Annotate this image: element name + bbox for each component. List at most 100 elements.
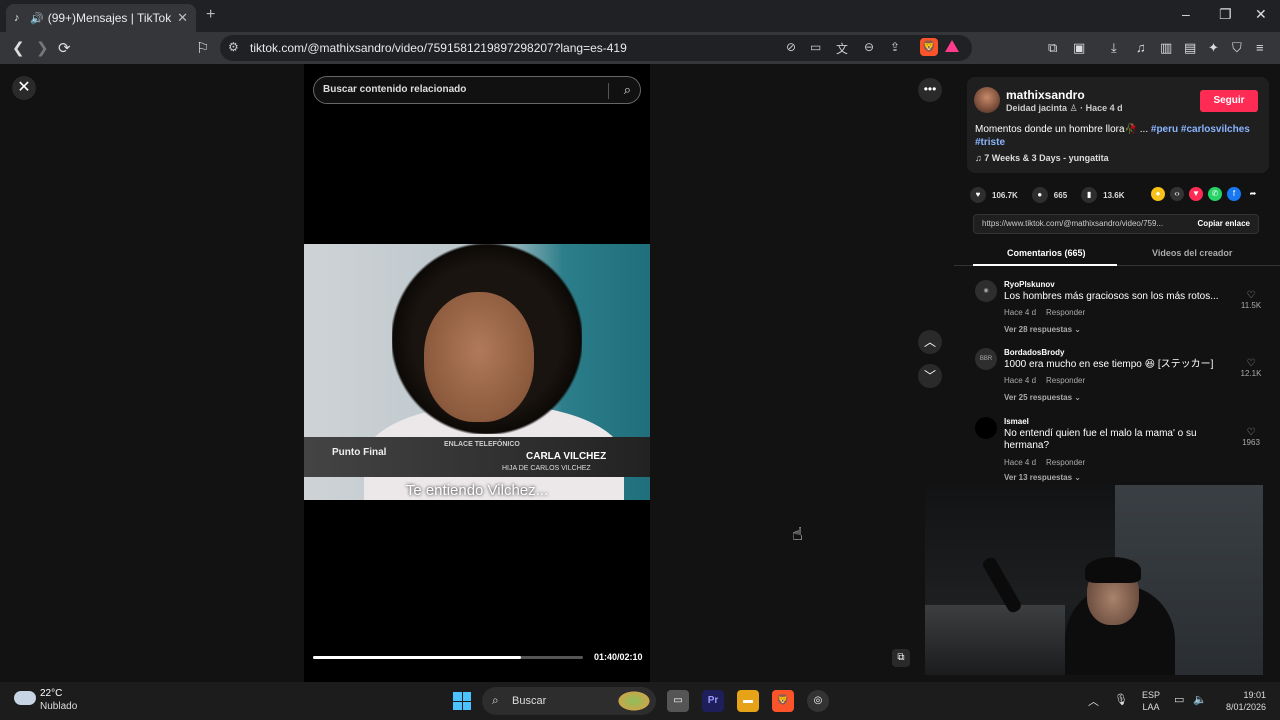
app-icon[interactable]: ◎ xyxy=(807,690,829,712)
maximize-button[interactable]: ❐ xyxy=(1219,6,1232,23)
comment-user[interactable]: RyoPlskunov xyxy=(1004,280,1055,289)
microphone-tray-icon[interactable]: 🎙 xyxy=(1114,693,1128,706)
window-close-button[interactable]: ✕ xyxy=(1255,6,1267,23)
tab-close-icon[interactable]: ✕ xyxy=(177,10,188,26)
tiktok-favicon-icon: ♪ xyxy=(14,12,20,24)
comment-user[interactable]: Ismael xyxy=(1004,417,1029,426)
panel-tabs: Comentarios (665) Videos del creador xyxy=(954,242,1280,266)
brave-rewards-icon[interactable] xyxy=(945,40,959,52)
video-progress-bar[interactable] xyxy=(313,656,583,659)
new-tab-button[interactable]: + xyxy=(206,6,215,24)
cast-icon[interactable]: ⊘ xyxy=(786,40,796,54)
browser-tab-tiktok[interactable]: ♪ 🔊 (99+)Mensajes | TikTok ✕ xyxy=(6,4,196,32)
comment-avatar[interactable]: BBR xyxy=(975,348,997,370)
start-button[interactable] xyxy=(453,692,471,710)
comment-like[interactable]: ♡ 1963 xyxy=(1236,427,1266,447)
language-indicator[interactable]: ESP LAA xyxy=(1142,689,1160,713)
share-page-icon[interactable]: ⇪ xyxy=(890,40,900,54)
share-arrow-icon[interactable]: ➦ xyxy=(1246,187,1260,201)
url-text[interactable]: tiktok.com/@mathixsandro/video/759158121… xyxy=(250,41,627,55)
comment-icon[interactable]: ● xyxy=(1031,187,1048,203)
bookmark-icon[interactable]: ▮ xyxy=(1081,187,1098,203)
weather-temp[interactable]: 22°C xyxy=(40,688,62,699)
comment-time: Hace 4 d xyxy=(1004,458,1037,467)
weather-desc[interactable]: Nublado xyxy=(40,701,77,712)
close-video-button[interactable]: ✕ xyxy=(12,76,36,100)
next-video-button[interactable]: ﹀ xyxy=(918,364,942,388)
file-explorer-icon[interactable]: ▬ xyxy=(737,690,759,712)
leo-ai-icon[interactable]: ✦ xyxy=(1208,40,1219,56)
audio-playing-icon[interactable]: 🔊 xyxy=(30,12,44,25)
reading-list-icon[interactable]: ▣ xyxy=(1073,40,1085,56)
reply-button[interactable]: Responder xyxy=(1046,458,1085,467)
comment-avatar[interactable]: ◉ xyxy=(975,280,997,302)
video-player[interactable]: Buscar contenido relacionado ⌕ Punto Fin… xyxy=(304,64,650,682)
comment-like[interactable]: ♡ 11.5K xyxy=(1236,290,1266,310)
facebook-icon[interactable]: f xyxy=(1227,187,1241,201)
premiere-pro-icon[interactable]: Pr xyxy=(702,690,724,712)
wallet-icon[interactable]: ▤ xyxy=(1184,40,1196,56)
embed-icon[interactable]: ‹› xyxy=(1170,187,1184,201)
copy-link-button[interactable]: Copiar enlace xyxy=(1198,219,1250,228)
previous-video-button[interactable]: ︿ xyxy=(918,330,942,354)
install-app-icon[interactable]: ▭ xyxy=(810,40,821,54)
zoom-icon[interactable]: ⊖ xyxy=(864,40,874,54)
music-link[interactable]: ♫ 7 Weeks & 3 Days - yungatita xyxy=(975,153,1109,163)
extensions-icon[interactable]: ⧉ xyxy=(1048,40,1057,56)
tray-chevron-icon[interactable]: ︿ xyxy=(1088,693,1099,709)
whatsapp-icon[interactable]: ✆ xyxy=(1208,187,1222,201)
tab-creator-videos[interactable]: Videos del creador xyxy=(1152,248,1232,258)
heart-outline-icon[interactable]: ♡ xyxy=(1236,358,1266,369)
taskbar-search[interactable]: ⌕ Buscar xyxy=(482,687,656,715)
heart-outline-icon[interactable]: ♡ xyxy=(1236,427,1266,438)
comment-user[interactable]: BordadosBrody xyxy=(1004,348,1064,357)
media-icon[interactable]: ♫ xyxy=(1136,40,1146,55)
view-replies-button[interactable]: Ver 13 respuestas ⌄ xyxy=(1004,473,1081,482)
brave-shields-icon[interactable]: 🦁 xyxy=(920,38,938,56)
task-view-icon[interactable]: ▭ xyxy=(667,690,689,712)
coin-icon[interactable]: ● xyxy=(1151,187,1165,201)
author-name[interactable]: mathixsandro xyxy=(1006,88,1085,102)
address-bar[interactable]: ⚙ tiktok.com/@mathixsandro/video/7591581… xyxy=(220,35,972,61)
translate-icon[interactable]: 文 xyxy=(836,40,848,57)
view-replies-button[interactable]: Ver 28 respuestas ⌄ xyxy=(1004,325,1081,334)
comment-like[interactable]: ♡ 12.1K xyxy=(1236,358,1266,378)
network-icon[interactable]: ▭ xyxy=(1174,693,1184,706)
comment-like-count: 1963 xyxy=(1242,438,1260,447)
search-placeholder: Buscar contenido relacionado xyxy=(323,84,467,95)
volume-icon[interactable]: 🔈 xyxy=(1193,693,1207,706)
heart-icon[interactable]: ♥ xyxy=(970,187,986,203)
system-clock[interactable]: 19:01 8/01/2026 xyxy=(1220,689,1266,713)
search-icon[interactable]: ⌕ xyxy=(624,82,631,98)
reload-button[interactable]: ⟳ xyxy=(58,39,71,57)
comment-avatar[interactable] xyxy=(975,417,997,439)
minimize-button[interactable]: – xyxy=(1182,6,1190,22)
video-frame[interactable]: Punto Final ENLACE TELEFÓNICO CARLA VILC… xyxy=(304,244,650,500)
active-tab-underline xyxy=(973,264,1117,266)
author-avatar[interactable] xyxy=(974,87,1000,113)
tab-comments[interactable]: Comentarios (665) xyxy=(1007,248,1086,258)
vpn-icon[interactable]: ⛉ xyxy=(1232,40,1242,56)
site-settings-icon[interactable]: ⚙ xyxy=(228,40,239,54)
reply-button[interactable]: Responder xyxy=(1046,376,1085,385)
hand-cursor-icon: ☝ xyxy=(792,524,803,544)
related-search-input[interactable]: Buscar contenido relacionado ⌕ xyxy=(313,76,641,104)
repost-icon[interactable]: ▼ xyxy=(1189,187,1203,201)
brave-browser-icon[interactable]: 🦁 xyxy=(772,690,794,712)
video-time: 01:40/02:10 xyxy=(594,652,643,662)
heart-outline-icon[interactable]: ♡ xyxy=(1236,290,1266,301)
downloads-icon[interactable]: ⤓ xyxy=(1111,40,1117,56)
bookmark-icon[interactable]: ⚐ xyxy=(196,39,209,57)
forward-button[interactable]: ❯ xyxy=(36,39,49,57)
cloud-icon[interactable] xyxy=(14,691,36,705)
back-button[interactable]: ❮ xyxy=(12,39,25,57)
sidebar-icon[interactable]: ▥ xyxy=(1160,40,1172,56)
menu-icon[interactable]: ≡ xyxy=(1256,40,1264,55)
view-replies-button[interactable]: Ver 25 respuestas ⌄ xyxy=(1004,393,1081,402)
mini-player-icon[interactable]: ⧉ xyxy=(892,649,910,667)
tv-show-logo: Punto Final xyxy=(332,447,387,458)
more-options-button[interactable]: ••• xyxy=(918,78,942,102)
reply-button[interactable]: Responder xyxy=(1046,308,1085,317)
follow-button[interactable]: Seguir xyxy=(1200,90,1258,112)
post-info-card: mathixsandro Deidad jacinta ♙ · Hace 4 d… xyxy=(967,77,1269,173)
